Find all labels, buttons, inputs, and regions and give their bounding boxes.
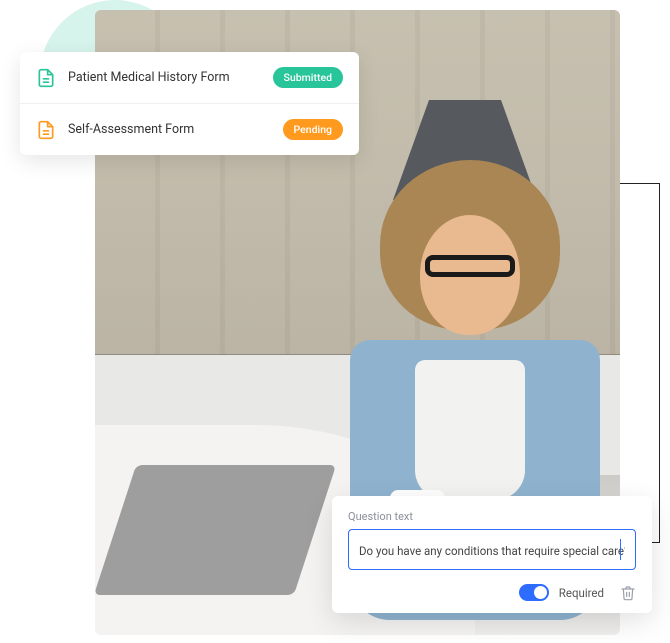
trash-icon[interactable] (620, 585, 636, 601)
question-text-input[interactable] (359, 544, 625, 558)
question-builder-card: Question text Required (332, 496, 652, 613)
document-icon (36, 68, 56, 88)
forms-status-card: Patient Medical History Form Submitted S… (20, 52, 359, 155)
question-footer: Required (348, 584, 636, 601)
required-toggle[interactable] (519, 584, 549, 601)
document-icon (36, 120, 56, 140)
toggle-knob (534, 586, 547, 599)
form-label: Patient Medical History Form (68, 70, 273, 85)
form-row[interactable]: Self-Assessment Form Pending (20, 103, 359, 155)
status-badge: Submitted (273, 67, 343, 88)
form-label: Self-Assessment Form (68, 122, 283, 137)
form-row[interactable]: Patient Medical History Form Submitted (20, 52, 359, 103)
question-input-wrap[interactable] (348, 529, 636, 570)
photo-laptop (95, 465, 336, 595)
text-caret (620, 539, 621, 560)
photo-glasses (425, 255, 515, 277)
status-badge: Pending (283, 119, 344, 140)
photo-tee (415, 360, 525, 500)
required-label: Required (559, 586, 604, 600)
question-field-label: Question text (348, 510, 636, 523)
